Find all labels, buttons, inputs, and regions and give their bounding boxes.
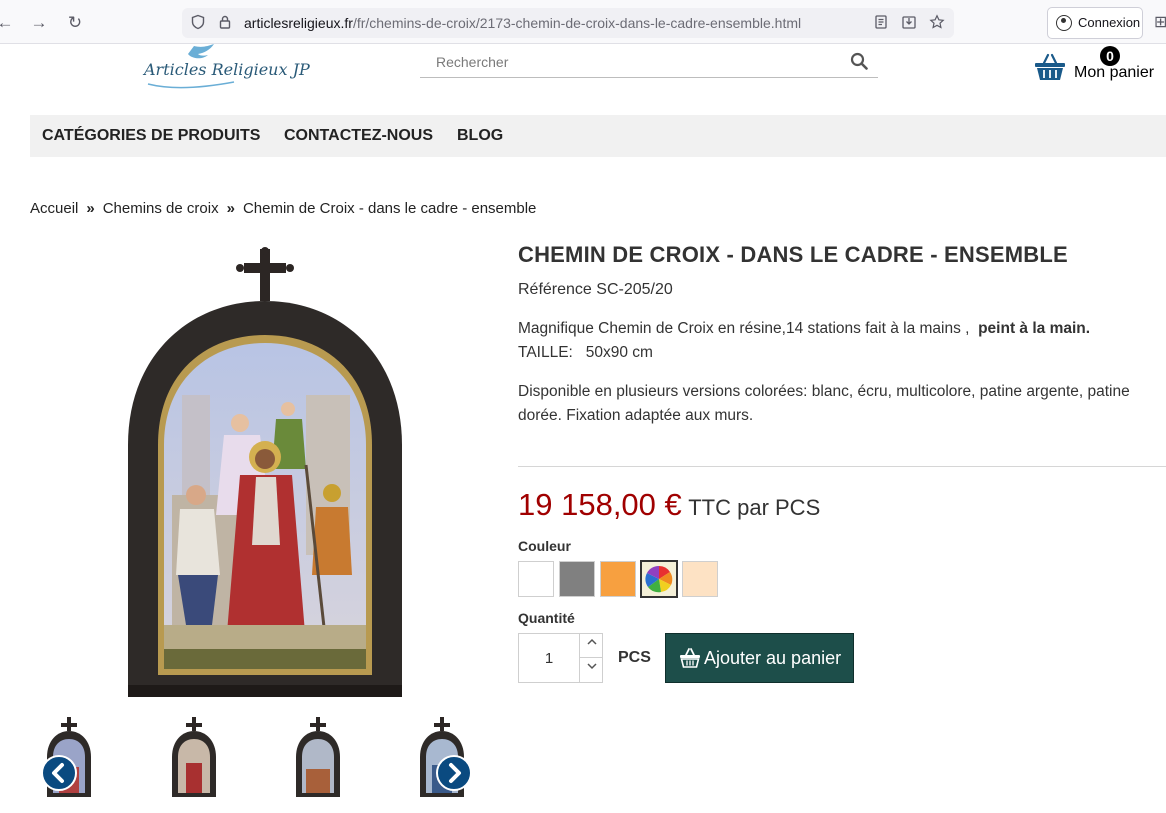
thumbnail-2[interactable] (168, 717, 220, 799)
gallery-prev-button[interactable] (41, 755, 77, 791)
product-main-image[interactable] (120, 245, 410, 700)
product-description: Magnifique Chemin de Croix en résine,14 … (518, 317, 1158, 365)
bookmark-star-icon[interactable] (928, 14, 946, 32)
chevron-down-icon (586, 663, 597, 670)
color-swatch-ecru[interactable] (682, 561, 718, 597)
lock-icon[interactable] (216, 14, 234, 32)
breadcrumb-current[interactable]: Chemin de Croix - dans le cadre - ensemb… (243, 200, 536, 217)
url-host: articlesreligieux.fr (244, 15, 353, 31)
shield-icon[interactable] (189, 14, 207, 32)
connexion-label: Connexion (1078, 15, 1141, 30)
price-unit: TTC par PCS (688, 495, 821, 520)
color-swatch-gris[interactable] (559, 561, 595, 597)
reload-icon[interactable]: ↻ (64, 12, 86, 34)
quantity-stepper (518, 633, 603, 683)
search-input[interactable] (420, 48, 840, 76)
cart-label: Mon panier (1074, 64, 1155, 81)
cart-widget[interactable]: 0 Mon panier (1034, 44, 1164, 88)
address-bar[interactable]: articlesreligieux.fr/fr/chemins-de-croix… (182, 8, 954, 38)
quantity-input[interactable] (519, 634, 579, 682)
chevron-right-icon (449, 763, 461, 783)
quantity-increase-button[interactable] (579, 634, 603, 658)
quantity-decrease-button[interactable] (579, 658, 603, 682)
description-text: Magnifique Chemin de Croix en résine,14 … (518, 320, 970, 337)
color-swatch-multicolore[interactable] (640, 560, 678, 598)
account-icon (1056, 15, 1072, 31)
color-label: Couleur (518, 538, 571, 554)
breadcrumb: Accueil » Chemins de croix » Chemin de Croix… (30, 200, 536, 217)
product-title: CHEMIN DE CROIX - DANS LE CADRE - ENSEMB… (518, 242, 1068, 267)
breadcrumb-separator: » (226, 200, 235, 217)
chevron-up-icon (586, 638, 597, 645)
breadcrumb-category[interactable]: Chemins de croix (103, 200, 219, 217)
logo-text: Articles Religieux JP (144, 60, 310, 79)
search-icon[interactable] (850, 52, 868, 70)
connexion-button[interactable]: Connexion (1047, 7, 1143, 39)
basket-icon (680, 648, 700, 668)
thumbnail-gallery (30, 715, 490, 805)
product-availability-text: Disponible en plusieurs versions colorée… (518, 383, 1130, 424)
color-swatch-orange[interactable] (600, 561, 636, 597)
color-swatch-blanc[interactable] (518, 561, 554, 597)
gallery-next-button[interactable] (436, 755, 472, 791)
breadcrumb-home[interactable]: Accueil (30, 200, 78, 217)
chevron-left-icon (52, 763, 64, 783)
thumbnail-3[interactable] (292, 717, 344, 799)
quantity-label: Quantité (518, 610, 575, 626)
product-price: 19 158,00 € TTC par PCS (518, 487, 820, 523)
back-icon[interactable]: ← (0, 12, 16, 34)
reader-view-icon[interactable] (872, 14, 890, 32)
extensions-icon[interactable]: ⊞ (1154, 12, 1166, 32)
url-text[interactable]: articlesreligieux.fr/fr/chemins-de-croix… (244, 15, 801, 31)
divider (518, 466, 1166, 467)
site-logo[interactable]: Articles Religieux JP (142, 44, 310, 92)
breadcrumb-separator: » (86, 200, 95, 217)
add-to-cart-button[interactable]: Ajouter au panier (665, 633, 854, 683)
url-path: /fr/chemins-de-croix/2173-chemin-de-croi… (352, 15, 802, 31)
nav-item-blog[interactable]: BLOG (457, 127, 503, 145)
product-reference: Référence SC-205/20 (518, 281, 673, 298)
multicolor-pinwheel-icon (642, 562, 676, 596)
description-bold: peint à la main. (978, 320, 1091, 337)
price-amount: 19 158,00 € (518, 487, 682, 522)
cart-count-badge: 0 (1100, 46, 1120, 66)
product-size: TAILLE: 50x90 cm (518, 344, 653, 361)
basket-icon (1035, 53, 1065, 80)
browser-toolbar: ← → ↻ articlesreligieux.fr/fr/chemins-de… (0, 0, 1166, 44)
nav-item-categories[interactable]: CATÉGORIES DE PRODUITS (42, 127, 260, 145)
search-bar (420, 48, 878, 78)
forward-icon[interactable]: → (28, 12, 50, 34)
main-navigation: CATÉGORIES DE PRODUITS CONTACTEZ-NOUS BL… (30, 115, 1166, 157)
download-icon[interactable] (900, 14, 918, 32)
add-to-cart-label: Ajouter au panier (704, 648, 842, 668)
quantity-unit: PCS (618, 649, 651, 666)
nav-item-contact[interactable]: CONTACTEZ-NOUS (284, 127, 433, 145)
